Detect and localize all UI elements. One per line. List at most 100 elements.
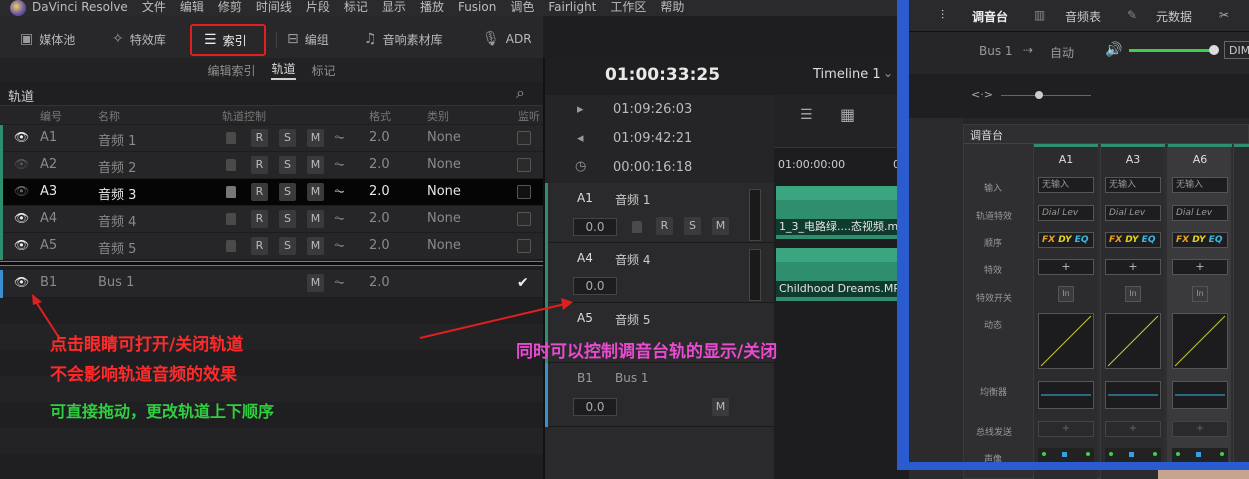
timeline-name[interactable]: Timeline 1 [813, 67, 881, 82]
edit-index-button[interactable]: ⊟ 编组 [287, 26, 329, 52]
monitor-checkbox[interactable] [517, 185, 531, 199]
tab-markers[interactable]: 标记 [312, 62, 336, 79]
menu-edit[interactable]: 编辑 [180, 0, 204, 14]
track-fx-select[interactable]: Dial Lev [1038, 205, 1094, 221]
solo-button[interactable]: S [279, 129, 296, 147]
order-button[interactable]: FX DY EQ [1172, 232, 1228, 248]
mute-button[interactable]: M [307, 237, 324, 255]
mute-button[interactable]: M [712, 217, 729, 235]
chevron-down-icon[interactable]: ⌄ [883, 66, 893, 80]
fx-in-button[interactable]: In [1058, 286, 1074, 302]
mute-button[interactable]: M [307, 129, 324, 147]
monitor-checkbox[interactable] [517, 131, 531, 145]
menu-help[interactable]: 帮助 [660, 0, 684, 14]
timeline-track-header[interactable]: A4 音频 4 0.0 [545, 243, 774, 303]
menu-mark[interactable]: 标记 [344, 0, 368, 14]
tab-tracks[interactable]: 轨道 [271, 60, 296, 80]
menu-fairlight[interactable]: Fairlight [548, 0, 596, 14]
eq-graph[interactable] [1172, 381, 1228, 409]
volume-field[interactable]: 0.0 [573, 218, 617, 236]
input-select[interactable]: 无输入 [1105, 177, 1161, 193]
record-button[interactable]: R [251, 210, 268, 228]
menu-timeline[interactable]: 时间线 [256, 0, 292, 14]
speaker-icon[interactable]: 🔊 [1105, 42, 1122, 58]
record-button[interactable]: R [251, 129, 268, 147]
add-effect-button[interactable]: + [1105, 259, 1161, 275]
tab-mixer[interactable]: 调音台 [972, 8, 1008, 25]
bus-send-button[interactable]: + [1105, 421, 1161, 437]
lock-icon[interactable] [226, 159, 236, 171]
eye-icon[interactable]: 👁 [14, 238, 29, 252]
record-button[interactable]: R [251, 183, 268, 201]
bus-select[interactable]: Bus 1 [979, 44, 1013, 58]
input-select[interactable]: 无输入 [1038, 177, 1094, 193]
lock-icon[interactable] [226, 186, 236, 198]
audio-clip[interactable]: Childhood Dreams.MP3 [776, 248, 907, 301]
track-row-selected[interactable]: 👁 A3 音频 3 R S M ⏦ 2.0 None [0, 179, 543, 206]
input-select[interactable]: 无输入 [1172, 177, 1228, 193]
order-button[interactable]: FX DY EQ [1038, 232, 1094, 248]
track-fx-select[interactable]: Dial Lev [1105, 205, 1161, 221]
eye-icon[interactable]: 👁 [14, 130, 29, 144]
eye-icon[interactable]: 👁 [14, 184, 29, 198]
lock-icon[interactable] [226, 240, 236, 252]
waveform-icon[interactable]: ⏦ [334, 184, 345, 199]
menu-color[interactable]: 调色 [510, 0, 534, 14]
waveform-icon[interactable]: ⏦ [334, 238, 345, 253]
bus-send-button[interactable]: + [1172, 421, 1228, 437]
menu-file[interactable]: 文件 [142, 0, 166, 14]
audio-clip[interactable]: 1_3_电路绿....态视频.mp4 [776, 186, 907, 239]
tab-edit-index[interactable]: 编辑索引 [207, 62, 255, 79]
effects-button[interactable]: ✧ 特效库 [112, 26, 166, 52]
menu-clip[interactable]: 片段 [306, 0, 330, 14]
monitor-checkbox[interactable] [517, 158, 531, 172]
volume-slider[interactable] [1129, 49, 1211, 52]
eye-icon[interactable]: 👁 [14, 157, 29, 171]
eq-graph[interactable] [1105, 381, 1161, 409]
add-effect-button[interactable]: + [1038, 259, 1094, 275]
monitor-checkbox[interactable] [517, 239, 531, 253]
waveform-icon[interactable]: ⏦ [334, 157, 345, 172]
grid-icon[interactable]: ▦ [840, 105, 855, 124]
eq-graph[interactable] [1038, 381, 1094, 409]
sound-library-button[interactable]: ♫ 音响素材库 [364, 26, 443, 52]
timeline-ruler[interactable]: ☰ ▦ 01:00:00:00 01 [774, 95, 907, 183]
record-button[interactable]: R [251, 237, 268, 255]
waveform-icon[interactable]: ⏦ [334, 130, 345, 145]
dim-button[interactable]: DIM [1224, 41, 1249, 59]
order-button[interactable]: FX DY EQ [1105, 232, 1161, 248]
volume-field[interactable]: 0.0 [573, 277, 617, 295]
track-row[interactable]: 👁 A2 音频 2 R S M ⏦ 2.0 None [0, 152, 543, 179]
tools-icon[interactable]: ✂ [1219, 8, 1229, 22]
menu-trim[interactable]: 修剪 [218, 0, 242, 14]
mute-button[interactable]: M [307, 156, 324, 174]
dynamics-graph[interactable] [1172, 313, 1228, 369]
menu-fusion[interactable]: Fusion [458, 0, 496, 14]
waveform-icon[interactable]: ⏦ [334, 275, 345, 290]
record-button[interactable]: R [656, 217, 673, 235]
lock-icon[interactable] [226, 213, 236, 225]
bus-send-button[interactable]: + [1038, 421, 1094, 437]
record-button[interactable]: R [251, 156, 268, 174]
track-options-icon[interactable]: ☰ [800, 107, 813, 123]
monitor-checkbox[interactable] [517, 212, 531, 226]
mute-button[interactable]: M [307, 210, 324, 228]
solo-button[interactable]: S [279, 237, 296, 255]
mute-button[interactable]: M [307, 183, 324, 201]
menu-view[interactable]: 显示 [382, 0, 406, 14]
waveform-icon[interactable]: ⏦ [334, 211, 345, 226]
solo-button[interactable]: S [279, 183, 296, 201]
volume-field[interactable]: 0.0 [573, 398, 617, 416]
track-row[interactable]: 👁 A1 音频 1 R S M ⏦ 2.0 None [0, 125, 543, 152]
search-icon[interactable]: ⌕ [516, 83, 525, 103]
index-button[interactable]: ☰ 索引 [190, 24, 266, 56]
track-row[interactable]: 👁 A5 音频 5 R S M ⏦ 2.0 None [0, 233, 543, 260]
timeline-bus-header[interactable]: B1 Bus 1 0.0 M [545, 363, 774, 427]
fx-in-button[interactable]: In [1125, 286, 1141, 302]
solo-button[interactable]: S [279, 156, 296, 174]
add-effect-button[interactable]: + [1172, 259, 1228, 275]
mute-button[interactable]: M [307, 274, 324, 292]
volume-slider-handle[interactable] [1209, 45, 1219, 55]
zoom-slider[interactable] [1001, 95, 1091, 96]
timeline-track-header[interactable]: A1 音频 1 0.0 R S M [545, 183, 774, 243]
